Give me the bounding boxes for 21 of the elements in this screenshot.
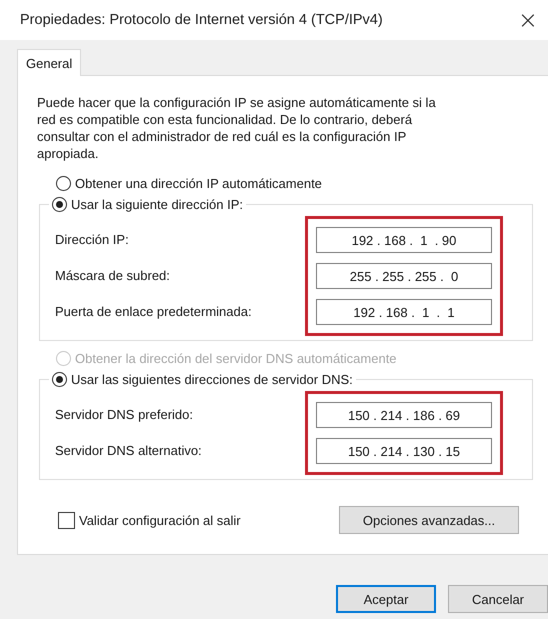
field-label: Dirección IP: bbox=[55, 231, 130, 249]
tab[interactable]: General bbox=[17, 49, 82, 76]
dialog-button[interactable]: Cancelar bbox=[448, 585, 548, 613]
radio-option[interactable]: Usar la siguiente dirección IP: bbox=[52, 197, 243, 212]
field-label: Servidor DNS preferido: bbox=[55, 406, 194, 424]
description-text: Puede hacer que la configuración IP se asigne automáticamente si la red es compatible con esta funcionalidad. De lo contrario, deberá consultar con el administrador de red cuál es la configuración IP apropiada. bbox=[37, 94, 437, 162]
ip-address-field[interactable]: 192 . 168 . 1 . 90 bbox=[316, 227, 492, 253]
window-title: Propiedades: Protocolo de Internet versión 4 (TCP/IPv4) bbox=[20, 12, 383, 28]
dialog-button[interactable]: Aceptar bbox=[336, 585, 436, 613]
ip-address-field[interactable]: 150 . 214 . 130 . 15 bbox=[316, 438, 492, 464]
radio-option[interactable]: Usar las siguientes direcciones de servidor DNS: bbox=[52, 372, 353, 387]
ip-address-field[interactable]: 150 . 214 . 186 . 69 bbox=[316, 402, 492, 428]
close-button[interactable]: × bbox=[514, 8, 542, 32]
field-label: Máscara de subred: bbox=[55, 267, 171, 285]
field-label: Servidor DNS alternativo: bbox=[55, 442, 202, 460]
radio-option[interactable]: Obtener una dirección IP automáticamente bbox=[56, 176, 533, 191]
ip-address-field[interactable]: 255 . 255 . 255 . 0 bbox=[316, 263, 492, 289]
validate-checkbox[interactable]: Validar configuración al salir bbox=[58, 512, 241, 528]
field-label: Puerta de enlace predeterminada: bbox=[55, 303, 252, 321]
advanced-options-button[interactable]: Opciones avanzadas... bbox=[339, 506, 519, 534]
ip-address-field[interactable]: 192 . 168 . 1 . 1 bbox=[316, 299, 492, 325]
